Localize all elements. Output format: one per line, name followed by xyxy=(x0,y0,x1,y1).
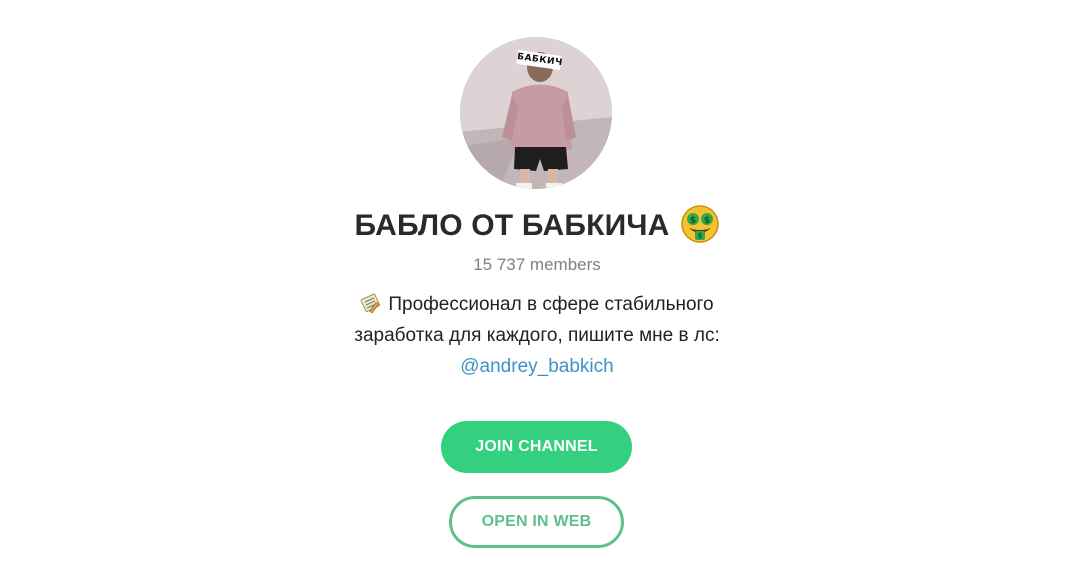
channel-preview-page: БАБКИЧ БАБЛО ОТ БАБКИЧА $ $ $ 15 737 mem… xyxy=(0,0,1074,579)
description-line-1: Профессионал в сфере стабильного xyxy=(0,289,1074,320)
svg-text:$: $ xyxy=(697,232,702,240)
join-channel-button[interactable]: JOIN CHANNEL xyxy=(441,421,632,473)
channel-title: БАБЛО ОТ БАБКИЧА xyxy=(354,209,670,242)
channel-title-row: БАБЛО ОТ БАБКИЧА $ $ $ xyxy=(0,204,1074,250)
description-text-line-1: Профессионал в сфере стабильного xyxy=(388,294,714,315)
description-text-line-2: заработка для каждого, пишите мне в лс: xyxy=(354,325,720,346)
svg-text:$: $ xyxy=(703,216,709,226)
open-in-web-button[interactable]: OPEN IN WEB xyxy=(449,496,624,548)
channel-description: Профессионал в сфере стабильного заработ… xyxy=(0,289,1074,382)
channel-avatar: БАБКИЧ xyxy=(460,37,612,189)
memo-icon xyxy=(360,292,382,314)
author-username-link[interactable]: @andrey_babkich xyxy=(460,356,613,377)
members-count: 15 737 members xyxy=(473,255,601,274)
svg-text:$: $ xyxy=(689,216,695,226)
description-link-line: @andrey_babkich xyxy=(0,351,1074,382)
money-mouth-face-icon: $ $ $ xyxy=(680,204,720,244)
